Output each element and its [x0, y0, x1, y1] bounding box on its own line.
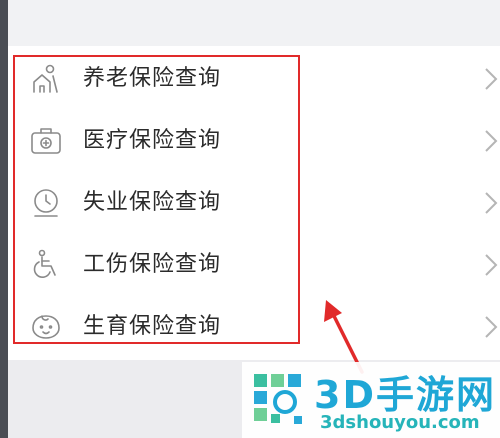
highlight-box	[13, 55, 300, 344]
chevron-right-icon	[484, 191, 498, 215]
chevron-right-icon	[484, 129, 498, 153]
site-logo-icon	[254, 374, 302, 424]
chevron-right-icon	[484, 253, 498, 277]
chevron-right-icon	[484, 67, 498, 91]
left-edge-bar	[0, 0, 8, 438]
watermark-title: 3D手游网	[314, 373, 496, 417]
top-header-strip	[8, 0, 500, 46]
chevron-right-icon	[484, 315, 498, 339]
watermark-url: 3dshouyou.com	[320, 412, 480, 433]
watermark: 3D手游网 3dshouyou.com	[242, 362, 500, 438]
